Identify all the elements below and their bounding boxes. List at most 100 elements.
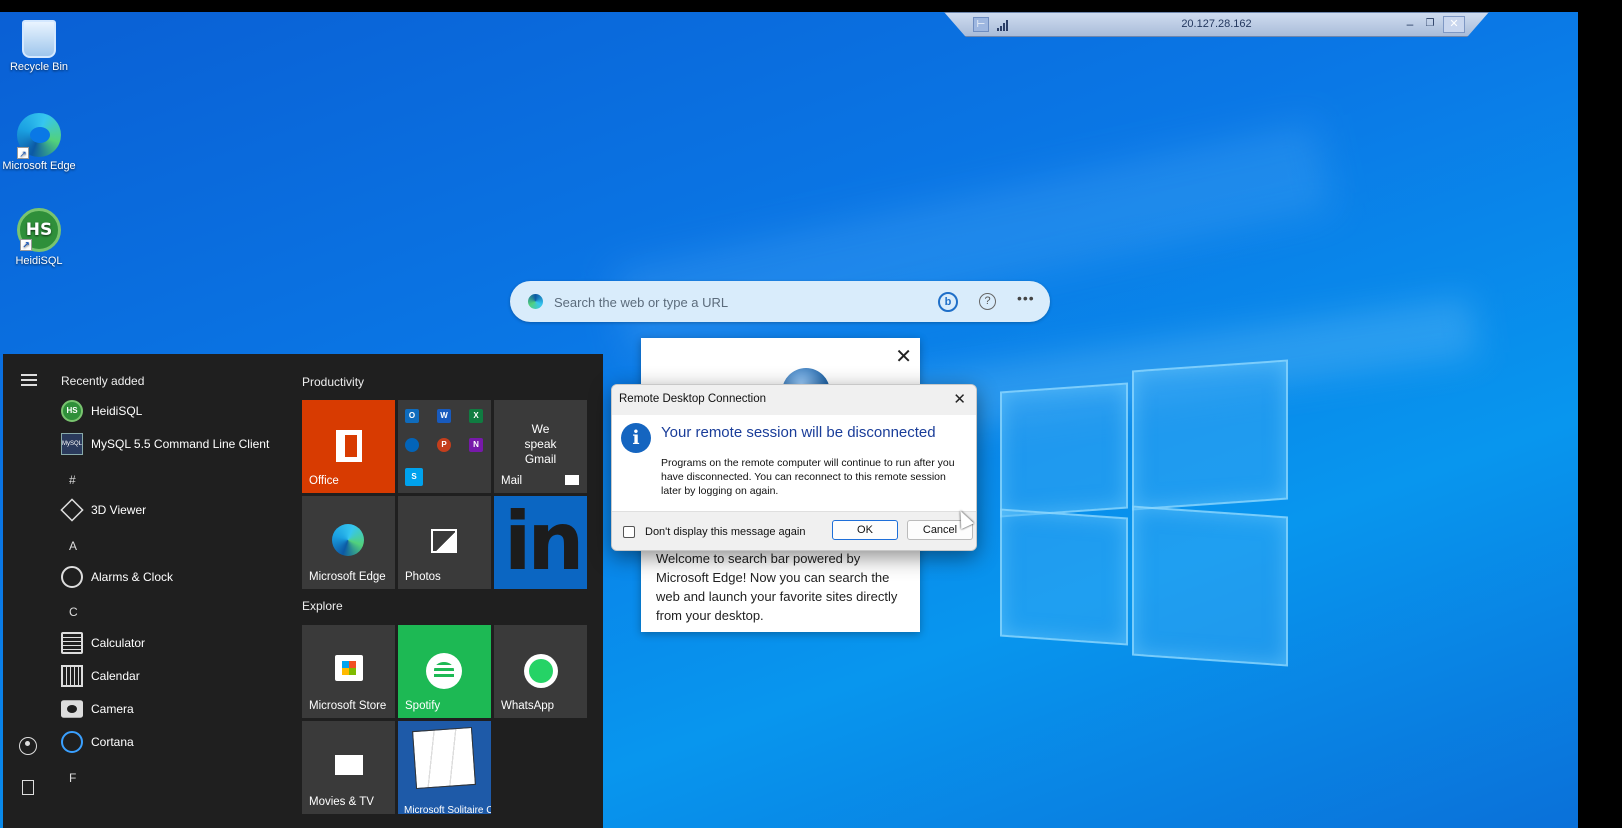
tile-linkedin[interactable]: in: [494, 496, 587, 589]
tile-microsoft-edge[interactable]: Microsoft Edge: [302, 496, 395, 589]
app-item-mysql-client[interactable]: MySQL MySQL 5.5 Command Line Client: [61, 430, 269, 458]
tile-label: Office: [309, 475, 339, 487]
search-input[interactable]: [554, 292, 914, 312]
user-account-icon[interactable]: [19, 737, 37, 755]
edge-search-bar: b ? •••: [510, 281, 1050, 322]
app-label: Calculator: [91, 636, 146, 650]
calculator-icon: [61, 632, 83, 654]
section-letter[interactable]: #: [69, 473, 76, 487]
shortcut-arrow-icon: ↗: [20, 239, 32, 251]
tile-solitaire[interactable]: Microsoft Solitaire Collection: [398, 721, 491, 814]
tile-label: Microsoft Solitaire Collection: [404, 805, 491, 814]
section-letter[interactable]: A: [69, 539, 77, 553]
mysql-icon: MySQL: [61, 433, 83, 455]
desktop-icon-label: Microsoft Edge: [2, 160, 76, 172]
app-label: MySQL 5.5 Command Line Client: [91, 437, 270, 451]
app-item-3d-viewer[interactable]: 3D Viewer: [60, 496, 147, 524]
onenote-icon: N: [469, 438, 483, 452]
app-label: HeidiSQL: [91, 404, 143, 418]
app-item-heidisql[interactable]: HS HeidiSQL: [61, 397, 142, 425]
shortcut-arrow-icon: ↗: [17, 147, 29, 159]
help-icon[interactable]: ?: [979, 293, 996, 310]
group-title-explore: Explore: [302, 599, 343, 613]
close-icon[interactable]: ✕: [1443, 16, 1465, 33]
tile-photos[interactable]: Photos: [398, 496, 491, 589]
logo-pane: [1132, 505, 1288, 667]
alarm-clock-icon: [61, 566, 83, 588]
tile-label: Spotify: [405, 700, 441, 712]
more-options-icon[interactable]: •••: [1017, 290, 1035, 306]
skype-icon: S: [405, 468, 423, 486]
word-icon: W: [437, 409, 451, 423]
outlook-icon: O: [405, 409, 419, 423]
welcome-text: Welcome to search bar powered by Microso…: [656, 551, 898, 623]
desktop-icon-recycle-bin[interactable]: Recycle Bin: [2, 20, 76, 74]
desktop-icon-microsoft-edge[interactable]: ↗ Microsoft Edge: [2, 113, 76, 173]
app-label: Calendar: [91, 669, 140, 683]
edge-icon: ↗: [17, 113, 61, 159]
tile-office[interactable]: Office: [302, 400, 395, 493]
heidisql-icon: HS: [61, 400, 83, 422]
tile-office-apps[interactable]: O W X P N S: [398, 400, 491, 493]
tile-movies-tv[interactable]: Movies & TV: [302, 721, 395, 814]
calendar-icon: [61, 665, 83, 687]
restore-icon[interactable]: ❐: [1423, 17, 1437, 31]
app-item-calendar[interactable]: Calendar: [61, 662, 140, 690]
edge-icon: [332, 524, 364, 556]
close-icon[interactable]: ✕: [895, 344, 912, 369]
tile-label: Microsoft Store: [309, 700, 387, 712]
app-item-cortana[interactable]: Cortana: [61, 728, 134, 756]
spotify-icon: [426, 653, 462, 689]
app-item-camera[interactable]: Camera: [61, 695, 134, 723]
tile-label: Movies & TV: [309, 796, 374, 808]
tile-spotify[interactable]: Spotify: [398, 625, 491, 718]
ok-button[interactable]: OK: [832, 520, 898, 540]
hamburger-menu-icon[interactable]: [21, 374, 37, 386]
start-menu: Recently added HS HeidiSQL MySQL MySQL 5…: [3, 354, 603, 828]
clapperboard-icon: [335, 755, 363, 775]
powerpoint-icon: P: [437, 438, 451, 452]
bing-icon[interactable]: b: [938, 292, 958, 312]
app-item-calculator[interactable]: Calculator: [61, 629, 145, 657]
section-letter[interactable]: F: [69, 771, 76, 785]
app-label: Camera: [91, 702, 134, 716]
minimize-icon[interactable]: –: [1403, 17, 1417, 31]
desktop-icon-label: Recycle Bin: [9, 61, 69, 73]
excel-icon: X: [469, 409, 483, 423]
remote-desktop-screen: Recycle Bin ↗ Microsoft Edge HS ↗ HeidiSQ…: [0, 0, 1622, 828]
edge-icon: [528, 294, 543, 309]
dialog-message: Programs on the remote computer will con…: [661, 457, 955, 497]
app-label: 3D Viewer: [91, 503, 147, 517]
checkbox-label[interactable]: Don't display this message again: [645, 526, 805, 538]
section-letter[interactable]: C: [69, 605, 78, 619]
camera-icon: [61, 700, 83, 718]
store-bag-icon: [335, 655, 363, 681]
info-icon: i: [621, 423, 651, 453]
tile-mail[interactable]: We speak Gmail Mail: [494, 400, 587, 493]
tile-whatsapp[interactable]: WhatsApp: [494, 625, 587, 718]
dont-display-checkbox[interactable]: [623, 526, 635, 538]
screen-border: [0, 0, 1622, 12]
playing-cards-icon: [412, 726, 476, 790]
light-beam: [610, 121, 1334, 360]
logo-pane: [1000, 508, 1128, 646]
linkedin-icon: in: [504, 496, 584, 588]
tile-label: Photos: [405, 571, 441, 583]
tile-microsoft-store[interactable]: Microsoft Store: [302, 625, 395, 718]
documents-icon[interactable]: [22, 780, 34, 795]
photos-icon: [431, 529, 457, 553]
tile-label: WhatsApp: [501, 700, 555, 712]
desktop-icon-heidisql[interactable]: HS ↗ HeidiSQL: [2, 208, 76, 268]
cube-icon: [60, 498, 84, 522]
close-icon[interactable]: ✕: [953, 390, 966, 408]
recycle-bin-icon: [22, 20, 56, 58]
dialog-titlebar[interactable]: Remote Desktop Connection ✕: [612, 385, 976, 415]
tile-label: Microsoft Edge: [309, 571, 386, 583]
windows-logo-wallpaper: [1000, 359, 1290, 667]
tile-label: Mail: [501, 475, 523, 487]
group-title-productivity: Productivity: [302, 375, 365, 389]
recently-added-header: Recently added: [61, 374, 145, 388]
desktop-icon-label: HeidiSQL: [15, 255, 63, 267]
app-item-alarms-clock[interactable]: Alarms & Clock: [61, 563, 173, 591]
dialog-title: Remote Desktop Connection: [619, 393, 767, 405]
